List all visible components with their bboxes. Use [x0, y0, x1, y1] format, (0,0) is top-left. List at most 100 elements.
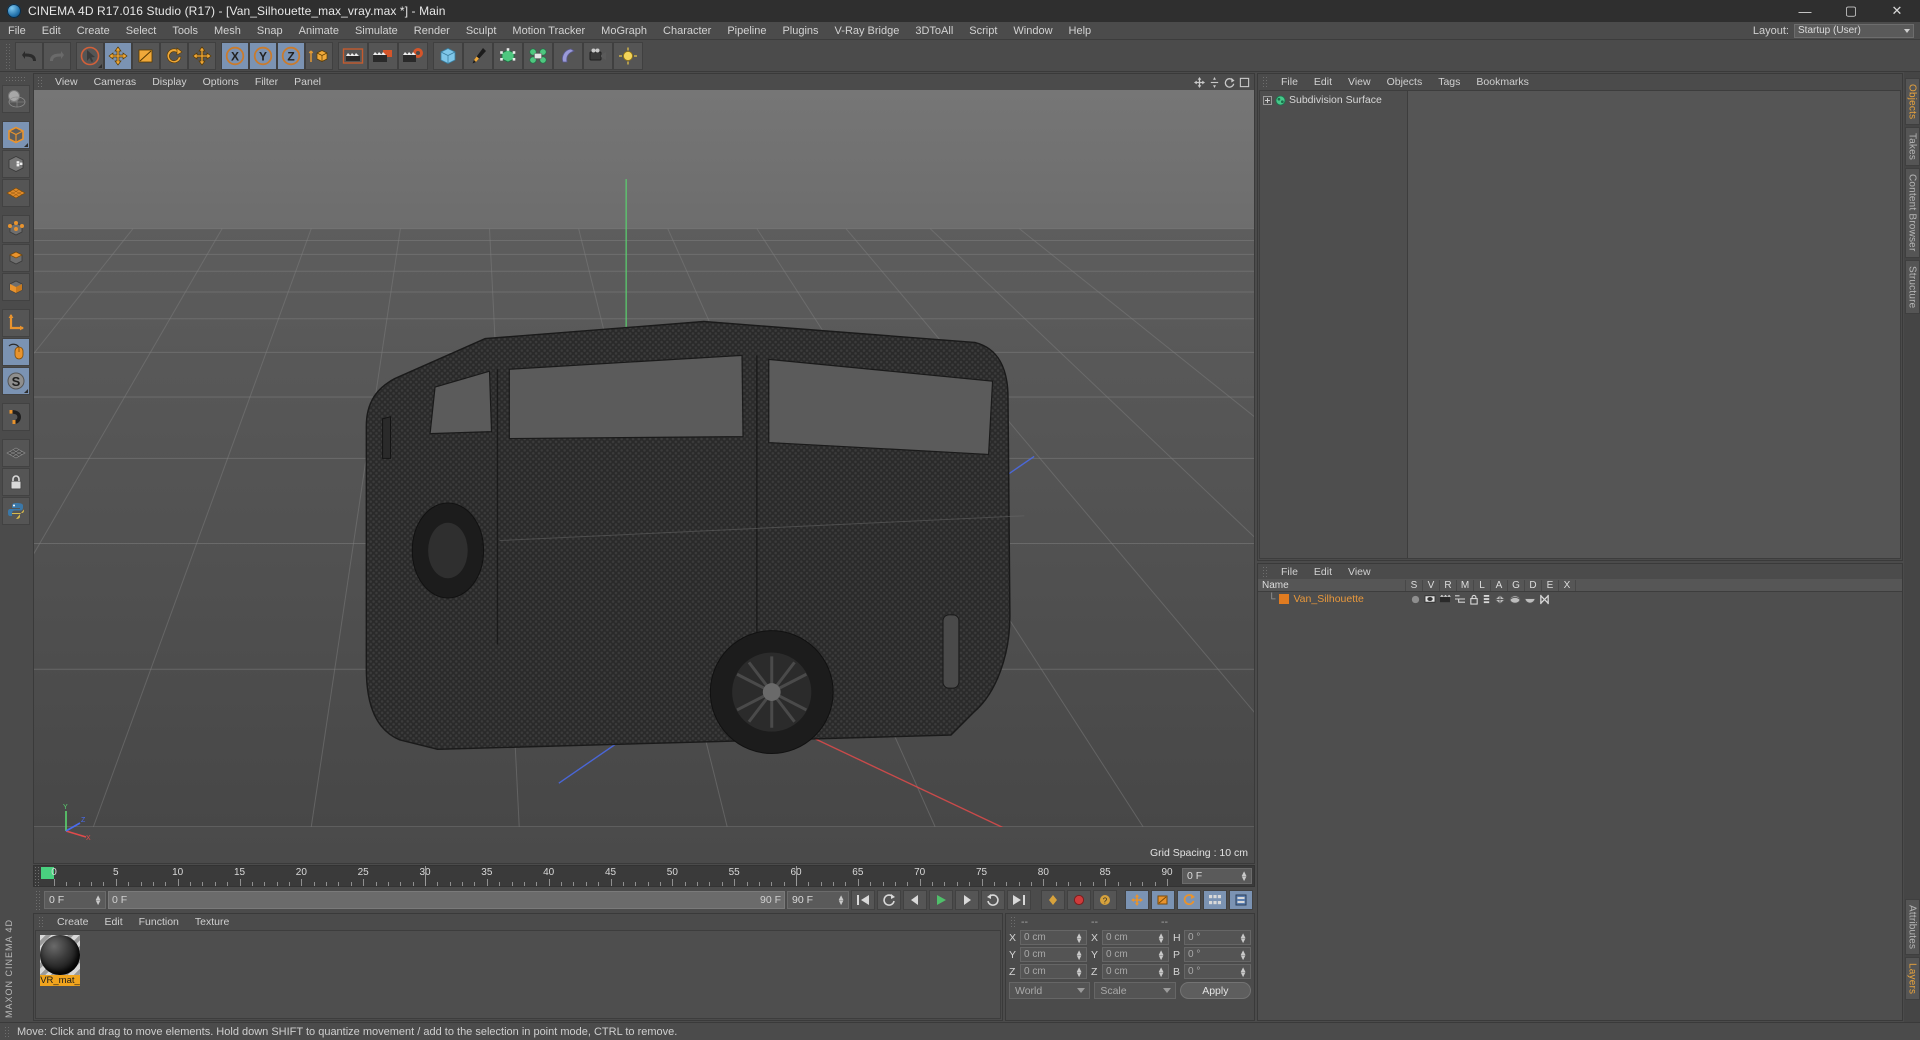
tab-layers[interactable]: Layers: [1904, 956, 1920, 1000]
layer-menu-view[interactable]: View: [1340, 566, 1379, 578]
timeline-grip[interactable]: [34, 866, 41, 886]
step-back-button[interactable]: [903, 890, 927, 910]
texture-mode-button[interactable]: [2, 150, 30, 178]
render-settings-button[interactable]: [398, 41, 428, 70]
menu-item-window[interactable]: Window: [1005, 22, 1060, 40]
render-icon[interactable]: [1439, 594, 1451, 604]
status-bar-grip[interactable]: [4, 1025, 11, 1038]
menu-item-sculpt[interactable]: Sculpt: [458, 22, 505, 40]
position-key-button[interactable]: [1125, 890, 1149, 910]
material-item[interactable]: VR_mat_: [40, 935, 80, 986]
maximize-icon[interactable]: [1239, 77, 1250, 88]
camera-button[interactable]: [583, 41, 613, 70]
move-alt-button[interactable]: [188, 41, 216, 70]
menu-item-vray-bridge[interactable]: V-Ray Bridge: [827, 22, 908, 40]
coord-input-rot-h[interactable]: 0 ° ▲ ▼: [1184, 930, 1251, 945]
move-tool-button[interactable]: [104, 41, 132, 70]
menu-item-script[interactable]: Script: [961, 22, 1005, 40]
viewport-3d[interactable]: Perspective: [34, 90, 1254, 863]
spinner-icon[interactable]: ▲ ▼: [1075, 965, 1083, 978]
coord-input-pos-x[interactable]: 0 cm ▲ ▼: [1020, 930, 1087, 945]
layer-row-van-silhouette[interactable]: └ Van_Silhouette: [1258, 592, 1902, 606]
material-menu-function[interactable]: Function: [131, 916, 187, 928]
lock-x-axis-button[interactable]: X: [221, 41, 249, 70]
coordinate-mode-dropdown[interactable]: Scale: [1094, 982, 1176, 999]
layout-selector[interactable]: Layout: Startup (User): [1753, 23, 1920, 38]
spinner-icon[interactable]: ▲ ▼: [1240, 870, 1248, 883]
viewport-menu-grip[interactable]: [37, 76, 44, 88]
object-manager-detail-area[interactable]: [1408, 91, 1900, 558]
end-frame-field[interactable]: 90 F ▲ ▼: [787, 891, 849, 909]
polygons-mode-button[interactable]: [2, 273, 30, 301]
workplane-grid-button[interactable]: [2, 439, 30, 467]
menu-item-render[interactable]: Render: [406, 22, 458, 40]
spinner-icon[interactable]: ▲ ▼: [1239, 948, 1247, 961]
timeline-playhead[interactable]: [796, 866, 797, 886]
object-menu-objects[interactable]: Objects: [1379, 76, 1431, 88]
parameter-key-button[interactable]: [1203, 890, 1227, 910]
menu-item-3dtoall[interactable]: 3DToAll: [907, 22, 961, 40]
coordinates-grip[interactable]: [1010, 916, 1017, 927]
object-tree-body[interactable]: Subdivision Surface: [1259, 90, 1901, 559]
coord-input-pos-y[interactable]: 0 cm ▲ ▼: [1020, 947, 1087, 962]
coord-input-rot-p[interactable]: 0 ° ▲ ▼: [1184, 947, 1251, 962]
render-to-picture-viewer-button[interactable]: [368, 41, 398, 70]
world-object-coords-button[interactable]: [305, 41, 333, 70]
lock-y-axis-button[interactable]: Y: [249, 41, 277, 70]
material-name[interactable]: VR_mat_: [40, 975, 80, 986]
coord-input-size-z[interactable]: 0 cm ▲ ▼: [1102, 964, 1169, 979]
coordinate-system-dropdown[interactable]: World: [1009, 982, 1091, 999]
menu-item-plugins[interactable]: Plugins: [774, 22, 826, 40]
material-thumbnail[interactable]: [40, 935, 80, 975]
model-mode-button[interactable]: [2, 121, 30, 149]
axis-mode-button[interactable]: [2, 309, 30, 337]
scene-button[interactable]: [553, 41, 583, 70]
solo-icon[interactable]: [1410, 594, 1421, 605]
nurbs-button[interactable]: [493, 41, 523, 70]
viewport-menu-options[interactable]: Options: [195, 76, 247, 88]
close-button[interactable]: ✕: [1874, 0, 1920, 22]
render-view-button[interactable]: [338, 41, 368, 70]
manager-icon[interactable]: [1454, 594, 1466, 604]
viewport-menu-cameras[interactable]: Cameras: [86, 76, 145, 88]
maximize-button[interactable]: ▢: [1828, 0, 1874, 22]
spinner-icon[interactable]: ▲ ▼: [1157, 931, 1165, 944]
deformers-icon[interactable]: [1509, 594, 1521, 605]
spinner-icon[interactable]: ▲ ▼: [1239, 931, 1247, 944]
snap-toggle-button[interactable]: S: [2, 367, 30, 395]
spinner-icon[interactable]: ▲ ▼: [1157, 948, 1165, 961]
expand-icon[interactable]: [1263, 95, 1272, 105]
menu-item-mograph[interactable]: MoGraph: [593, 22, 655, 40]
lock-icon[interactable]: [1469, 594, 1479, 605]
coord-input-rot-b[interactable]: 0 ° ▲ ▼: [1184, 964, 1251, 979]
scale-key-button[interactable]: [1151, 890, 1175, 910]
spinner-icon[interactable]: ▲ ▼: [1075, 931, 1083, 944]
object-menu-bookmarks[interactable]: Bookmarks: [1468, 76, 1537, 88]
apply-button[interactable]: Apply: [1179, 982, 1251, 999]
spinner-icon[interactable]: ▲ ▼: [837, 894, 845, 907]
expressions-icon[interactable]: [1524, 594, 1536, 605]
menu-item-animate[interactable]: Animate: [291, 22, 347, 40]
tab-takes[interactable]: Takes: [1904, 127, 1920, 167]
layer-list[interactable]: └ Van_Silhouette: [1258, 592, 1902, 1020]
rotate-icon[interactable]: [1224, 77, 1235, 88]
viewport-menu-display[interactable]: Display: [144, 76, 194, 88]
layer-name[interactable]: Van_Silhouette: [1293, 593, 1363, 605]
material-menu-create[interactable]: Create: [49, 916, 97, 928]
layer-menu-file[interactable]: File: [1273, 566, 1306, 578]
object-menu-file[interactable]: File: [1273, 76, 1306, 88]
minimize-button[interactable]: —: [1782, 0, 1828, 22]
menu-item-edit[interactable]: Edit: [34, 22, 69, 40]
record-active-objects-button[interactable]: [1041, 890, 1065, 910]
xpresso-icon[interactable]: [1539, 594, 1550, 605]
go-to-start-button[interactable]: [851, 890, 875, 910]
viewport-solo-button[interactable]: [2, 338, 30, 366]
material-menu-texture[interactable]: Texture: [187, 916, 237, 928]
menu-item-file[interactable]: File: [0, 22, 34, 40]
point-level-animation-button[interactable]: [1229, 890, 1253, 910]
viewport-menu-filter[interactable]: Filter: [247, 76, 286, 88]
spinner-icon[interactable]: ▲ ▼: [1157, 965, 1165, 978]
object-tree[interactable]: Subdivision Surface: [1260, 91, 1408, 558]
layer-color-swatch[interactable]: [1279, 594, 1290, 604]
spinner-icon[interactable]: ▲ ▼: [1239, 965, 1247, 978]
